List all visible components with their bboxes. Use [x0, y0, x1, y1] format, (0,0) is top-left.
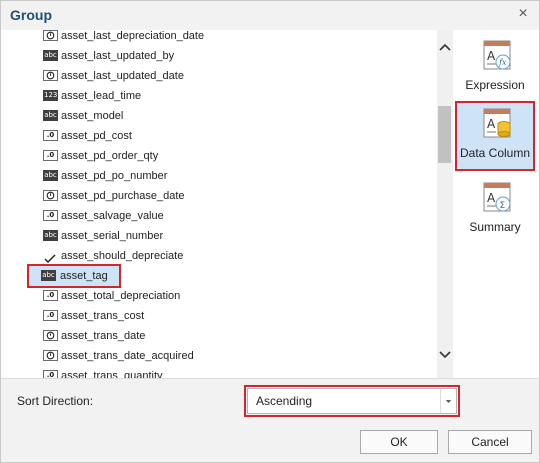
list-item-label: asset_trans_date — [61, 330, 146, 342]
chevron-down-icon[interactable] — [437, 348, 453, 362]
dialog-footer: OK Cancel — [1, 421, 539, 462]
list-item-label: asset_trans_cost — [61, 310, 145, 322]
list-item-label: asset_pd_order_qty — [61, 150, 159, 162]
group-dialog: Group × asset_last_depreciation_date abc a… — [0, 0, 540, 463]
string-type-icon: abc — [41, 270, 56, 281]
tool-data-column[interactable]: A Data Column — [455, 101, 535, 171]
svg-text:fx: fx — [498, 58, 507, 67]
tool-summary-label: Summary — [469, 220, 521, 234]
summary-icon: A Σ — [483, 182, 511, 212]
list-item-label: asset_tag — [60, 270, 108, 282]
list-item-selected[interactable]: abc asset_tag — [27, 264, 121, 288]
sort-direction-value: Ascending — [256, 394, 313, 408]
expression-icon: A fx — [483, 40, 511, 70]
ok-button[interactable]: OK — [360, 430, 438, 454]
svg-text:A: A — [487, 49, 496, 63]
svg-text:Σ: Σ — [500, 201, 506, 211]
date-type-icon — [43, 190, 58, 201]
date-type-icon — [43, 30, 58, 41]
svg-text:A: A — [487, 117, 496, 131]
tool-data-column-label: Data Column — [459, 146, 531, 160]
boolean-type-icon — [43, 250, 58, 264]
list-scrollbar[interactable] — [437, 30, 453, 378]
list-item-label: asset_model — [61, 110, 124, 122]
dropdown-arrow-icon[interactable] — [440, 389, 456, 413]
svg-text:A: A — [487, 191, 496, 205]
list-item-label: asset_pd_purchase_date — [61, 190, 185, 202]
list-item-label: asset_should_depreciate — [61, 250, 184, 262]
tool-summary[interactable]: A Σ Summary — [457, 177, 533, 243]
string-type-icon: abc — [43, 230, 58, 241]
list-item-label: asset_salvage_value — [61, 210, 164, 222]
list-item-label: asset_trans_quantity — [61, 370, 163, 378]
list-item-label: asset_trans_date_acquired — [61, 350, 194, 362]
decimal-type-icon: .0 — [43, 130, 58, 141]
decimal-type-icon: .0 — [43, 150, 58, 161]
sort-direction-select[interactable]: Ascending — [244, 385, 460, 417]
list-item-label: asset_lead_time — [61, 90, 142, 102]
date-type-icon — [43, 70, 58, 81]
decimal-type-icon: .0 — [43, 210, 58, 221]
data-column-icon: A — [483, 108, 511, 138]
close-icon[interactable]: × — [515, 5, 531, 23]
field-list: asset_last_depreciation_date abc asset_las… — [1, 30, 453, 378]
string-type-icon: abc — [43, 110, 58, 121]
sort-direction-label: Sort Direction: — [17, 394, 94, 408]
title-bar: Group × — [1, 1, 539, 31]
tool-expression[interactable]: A fx Expression — [457, 35, 533, 101]
list-item-label: asset_last_depreciation_date — [61, 30, 205, 42]
list-item-label: asset_pd_po_number — [61, 170, 168, 182]
tool-expression-label: Expression — [465, 78, 525, 92]
date-type-icon — [43, 330, 58, 341]
cancel-button[interactable]: Cancel — [448, 430, 532, 454]
list-item-label: asset_last_updated_by — [61, 50, 175, 62]
tool-panel: A fx Expression A Data Column A Σ Summar… — [453, 30, 539, 378]
chevron-up-icon[interactable] — [437, 40, 453, 54]
decimal-type-icon: .0 — [43, 290, 58, 301]
scroll-thumb[interactable] — [438, 106, 451, 163]
string-type-icon: abc — [43, 50, 58, 61]
decimal-type-icon: .0 — [43, 370, 58, 378]
sort-direction-bar: Sort Direction: Ascending — [1, 378, 539, 422]
string-type-icon: abc — [43, 170, 58, 181]
dialog-title: Group — [10, 7, 52, 23]
list-item-label: asset_pd_cost — [61, 130, 132, 142]
integer-type-icon: 123 — [43, 90, 58, 101]
decimal-type-icon: .0 — [43, 310, 58, 321]
date-type-icon — [43, 350, 58, 361]
list-item-label: asset_last_updated_date — [61, 70, 184, 82]
list-item-label: asset_serial_number — [61, 230, 164, 242]
list-item-label: asset_total_depreciation — [61, 290, 181, 302]
